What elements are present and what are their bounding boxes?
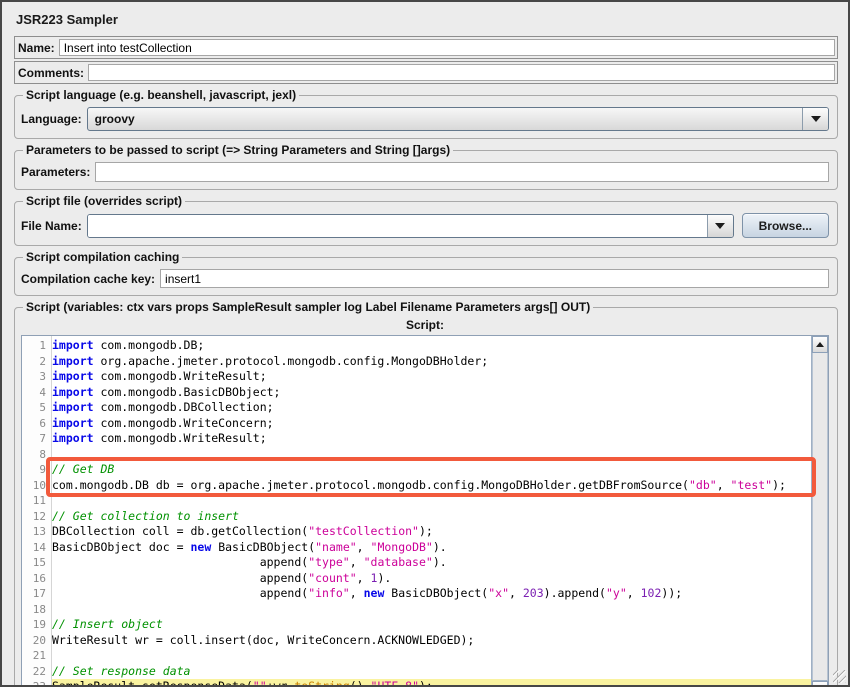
script-editor[interactable]: 1234567891011121314151617181920212223 im… bbox=[21, 335, 829, 687]
parameters-group-title: Parameters to be passed to script (=> St… bbox=[23, 143, 453, 157]
browse-button[interactable]: Browse... bbox=[742, 213, 829, 238]
line-number: 5 bbox=[22, 400, 46, 416]
panel-title: JSR223 Sampler bbox=[16, 12, 838, 27]
code-line[interactable]: import com.mongodb.DBCollection; bbox=[52, 400, 811, 416]
script-file-group-title: Script file (overrides script) bbox=[23, 194, 185, 208]
code-line[interactable]: // Get DB bbox=[52, 462, 811, 478]
code-line[interactable]: // Get collection to insert bbox=[52, 509, 811, 525]
line-number: 23 bbox=[22, 679, 46, 687]
chevron-down-icon bbox=[811, 116, 821, 122]
code-line[interactable] bbox=[52, 447, 811, 463]
code-line[interactable]: WriteResult wr = coll.insert(doc, WriteC… bbox=[52, 633, 811, 649]
script-group: Script (variables: ctx vars props Sample… bbox=[14, 300, 838, 687]
code-line[interactable]: import com.mongodb.WriteResult; bbox=[52, 431, 811, 447]
code-line[interactable]: // Set response data bbox=[52, 664, 811, 680]
code-line[interactable]: BasicDBObject doc = new BasicDBObject("n… bbox=[52, 540, 811, 556]
parameters-input[interactable] bbox=[95, 162, 829, 182]
code-line[interactable]: com.mongodb.DB db = org.apache.jmeter.pr… bbox=[52, 478, 811, 494]
scroll-up-icon bbox=[816, 342, 824, 347]
file-name-dropdown-button[interactable] bbox=[707, 215, 733, 237]
script-label: Script: bbox=[21, 318, 829, 332]
code-line[interactable]: append("info", new BasicDBObject("x", 20… bbox=[52, 586, 811, 602]
language-label: Language: bbox=[21, 112, 87, 126]
line-number: 1 bbox=[22, 338, 46, 354]
compilation-caching-group-title: Script compilation caching bbox=[23, 250, 182, 264]
scroll-up-button[interactable] bbox=[812, 336, 828, 353]
script-group-title: Script (variables: ctx vars props Sample… bbox=[23, 300, 593, 314]
line-number: 19 bbox=[22, 617, 46, 633]
code-line[interactable]: append("type", "database"). bbox=[52, 555, 811, 571]
line-number: 13 bbox=[22, 524, 46, 540]
line-number: 9 bbox=[22, 462, 46, 478]
scroll-down-button[interactable] bbox=[812, 681, 828, 687]
line-number: 22 bbox=[22, 664, 46, 680]
code-lines[interactable]: import com.mongodb.DB;import org.apache.… bbox=[52, 336, 811, 687]
language-dropdown-button[interactable] bbox=[802, 108, 828, 130]
file-name-combobox bbox=[87, 214, 734, 238]
line-number: 15 bbox=[22, 555, 46, 571]
line-number: 7 bbox=[22, 431, 46, 447]
code-line[interactable] bbox=[52, 493, 811, 509]
vertical-scrollbar[interactable] bbox=[811, 336, 828, 687]
line-number: 6 bbox=[22, 416, 46, 432]
name-label: Name: bbox=[18, 41, 59, 55]
script-language-group: Script language (e.g. beanshell, javascr… bbox=[14, 88, 838, 139]
scrollbar-thumb[interactable] bbox=[812, 353, 828, 681]
code-line[interactable]: // Insert object bbox=[52, 617, 811, 633]
script-language-group-title: Script language (e.g. beanshell, javascr… bbox=[23, 88, 299, 102]
name-input[interactable] bbox=[59, 39, 835, 56]
gutter: 1234567891011121314151617181920212223 bbox=[22, 336, 52, 687]
parameters-label: Parameters: bbox=[21, 165, 95, 179]
file-name-input[interactable] bbox=[88, 215, 707, 237]
script-file-group: Script file (overrides script) File Name… bbox=[14, 194, 838, 246]
comments-input[interactable] bbox=[88, 64, 835, 81]
line-number: 16 bbox=[22, 571, 46, 587]
file-name-label: File Name: bbox=[21, 219, 87, 233]
jsr223-sampler-panel: JSR223 Sampler Name: Comments: Script la… bbox=[0, 0, 850, 687]
code-line[interactable]: import com.mongodb.BasicDBObject; bbox=[52, 385, 811, 401]
code-line[interactable]: SampleResult.setResponseData(""+wr.toStr… bbox=[52, 679, 811, 687]
language-select[interactable]: groovy bbox=[87, 107, 829, 131]
language-selected-value: groovy bbox=[88, 108, 802, 130]
code-line[interactable]: DBCollection coll = db.getCollection("te… bbox=[52, 524, 811, 540]
line-number: 21 bbox=[22, 648, 46, 664]
code-line[interactable]: append("count", 1). bbox=[52, 571, 811, 587]
cache-key-label: Compilation cache key: bbox=[21, 272, 160, 286]
cache-key-input[interactable] bbox=[160, 269, 829, 288]
line-number: 3 bbox=[22, 369, 46, 385]
code-line[interactable]: import org.apache.jmeter.protocol.mongod… bbox=[52, 354, 811, 370]
line-number: 18 bbox=[22, 602, 46, 618]
comments-label: Comments: bbox=[18, 66, 88, 80]
line-number: 10 bbox=[22, 478, 46, 494]
code-line[interactable]: import com.mongodb.WriteConcern; bbox=[52, 416, 811, 432]
name-row: Name: bbox=[14, 36, 838, 59]
code-line[interactable] bbox=[52, 648, 811, 664]
comments-row: Comments: bbox=[14, 61, 838, 84]
line-number: 11 bbox=[22, 493, 46, 509]
chevron-down-icon bbox=[715, 223, 725, 229]
line-number: 17 bbox=[22, 586, 46, 602]
line-number: 20 bbox=[22, 633, 46, 649]
code-line[interactable]: import com.mongodb.WriteResult; bbox=[52, 369, 811, 385]
resize-grip-icon[interactable] bbox=[833, 670, 846, 683]
line-number: 12 bbox=[22, 509, 46, 525]
line-number: 14 bbox=[22, 540, 46, 556]
compilation-caching-group: Script compilation caching Compilation c… bbox=[14, 250, 838, 296]
code-line[interactable] bbox=[52, 602, 811, 618]
line-number: 8 bbox=[22, 447, 46, 463]
code-line[interactable]: import com.mongodb.DB; bbox=[52, 338, 811, 354]
line-number: 4 bbox=[22, 385, 46, 401]
parameters-group: Parameters to be passed to script (=> St… bbox=[14, 143, 838, 190]
line-number: 2 bbox=[22, 354, 46, 370]
